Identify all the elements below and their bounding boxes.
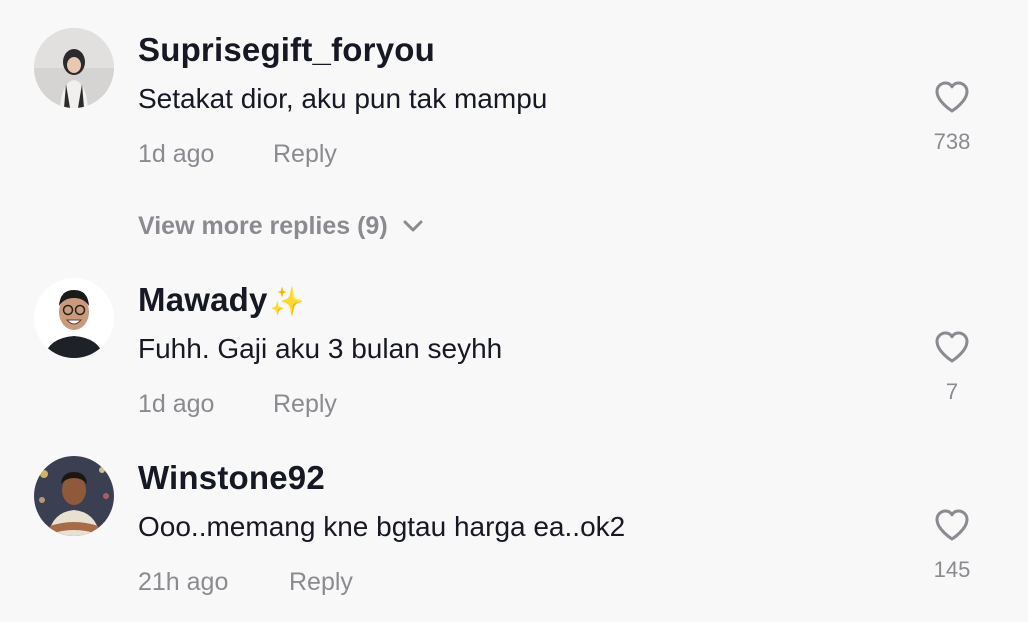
comment-text: Setakat dior, aku pun tak mampu [138,83,548,114]
comment-timestamp: 1d ago [138,140,215,168]
reply-button[interactable]: Reply [273,139,337,169]
avatar-image [34,28,114,108]
avatar-image [34,456,114,536]
username[interactable]: Winstone92 [138,458,325,498]
comment-timestamp: 1d ago [138,390,215,418]
reply-button[interactable]: Reply [273,389,337,419]
heart-outline-icon[interactable] [933,79,971,115]
avatar[interactable] [34,28,114,108]
avatar-image [34,278,114,358]
avatar[interactable] [34,278,114,358]
sparkles-emoji: ✨ [269,286,305,317]
heart-outline-icon[interactable] [933,507,971,543]
view-more-label: View more replies (9) [138,212,388,240]
view-more-replies-button[interactable]: View more replies (9) [138,211,424,241]
like-count: 738 [933,129,971,154]
like-count: 145 [933,557,971,582]
avatar[interactable] [34,456,114,536]
username[interactable]: Suprisegift_foryou [138,30,435,70]
comments-list: Suprisegift_foryou Setakat dior, aku pun… [0,0,1028,622]
username-text: Mawady [138,281,268,318]
comment-text: Ooo..memang kne bgtau harga ea..ok2 [138,511,626,542]
chevron-down-icon [402,219,424,233]
reply-button[interactable]: Reply [289,567,353,597]
comment-text: Fuhh. Gaji aku 3 bulan seyhh [138,333,503,364]
username[interactable]: Mawady✨ [138,280,305,322]
like-count: 7 [945,379,959,404]
heart-outline-icon[interactable] [933,329,971,365]
comment-timestamp: 21h ago [138,568,229,596]
